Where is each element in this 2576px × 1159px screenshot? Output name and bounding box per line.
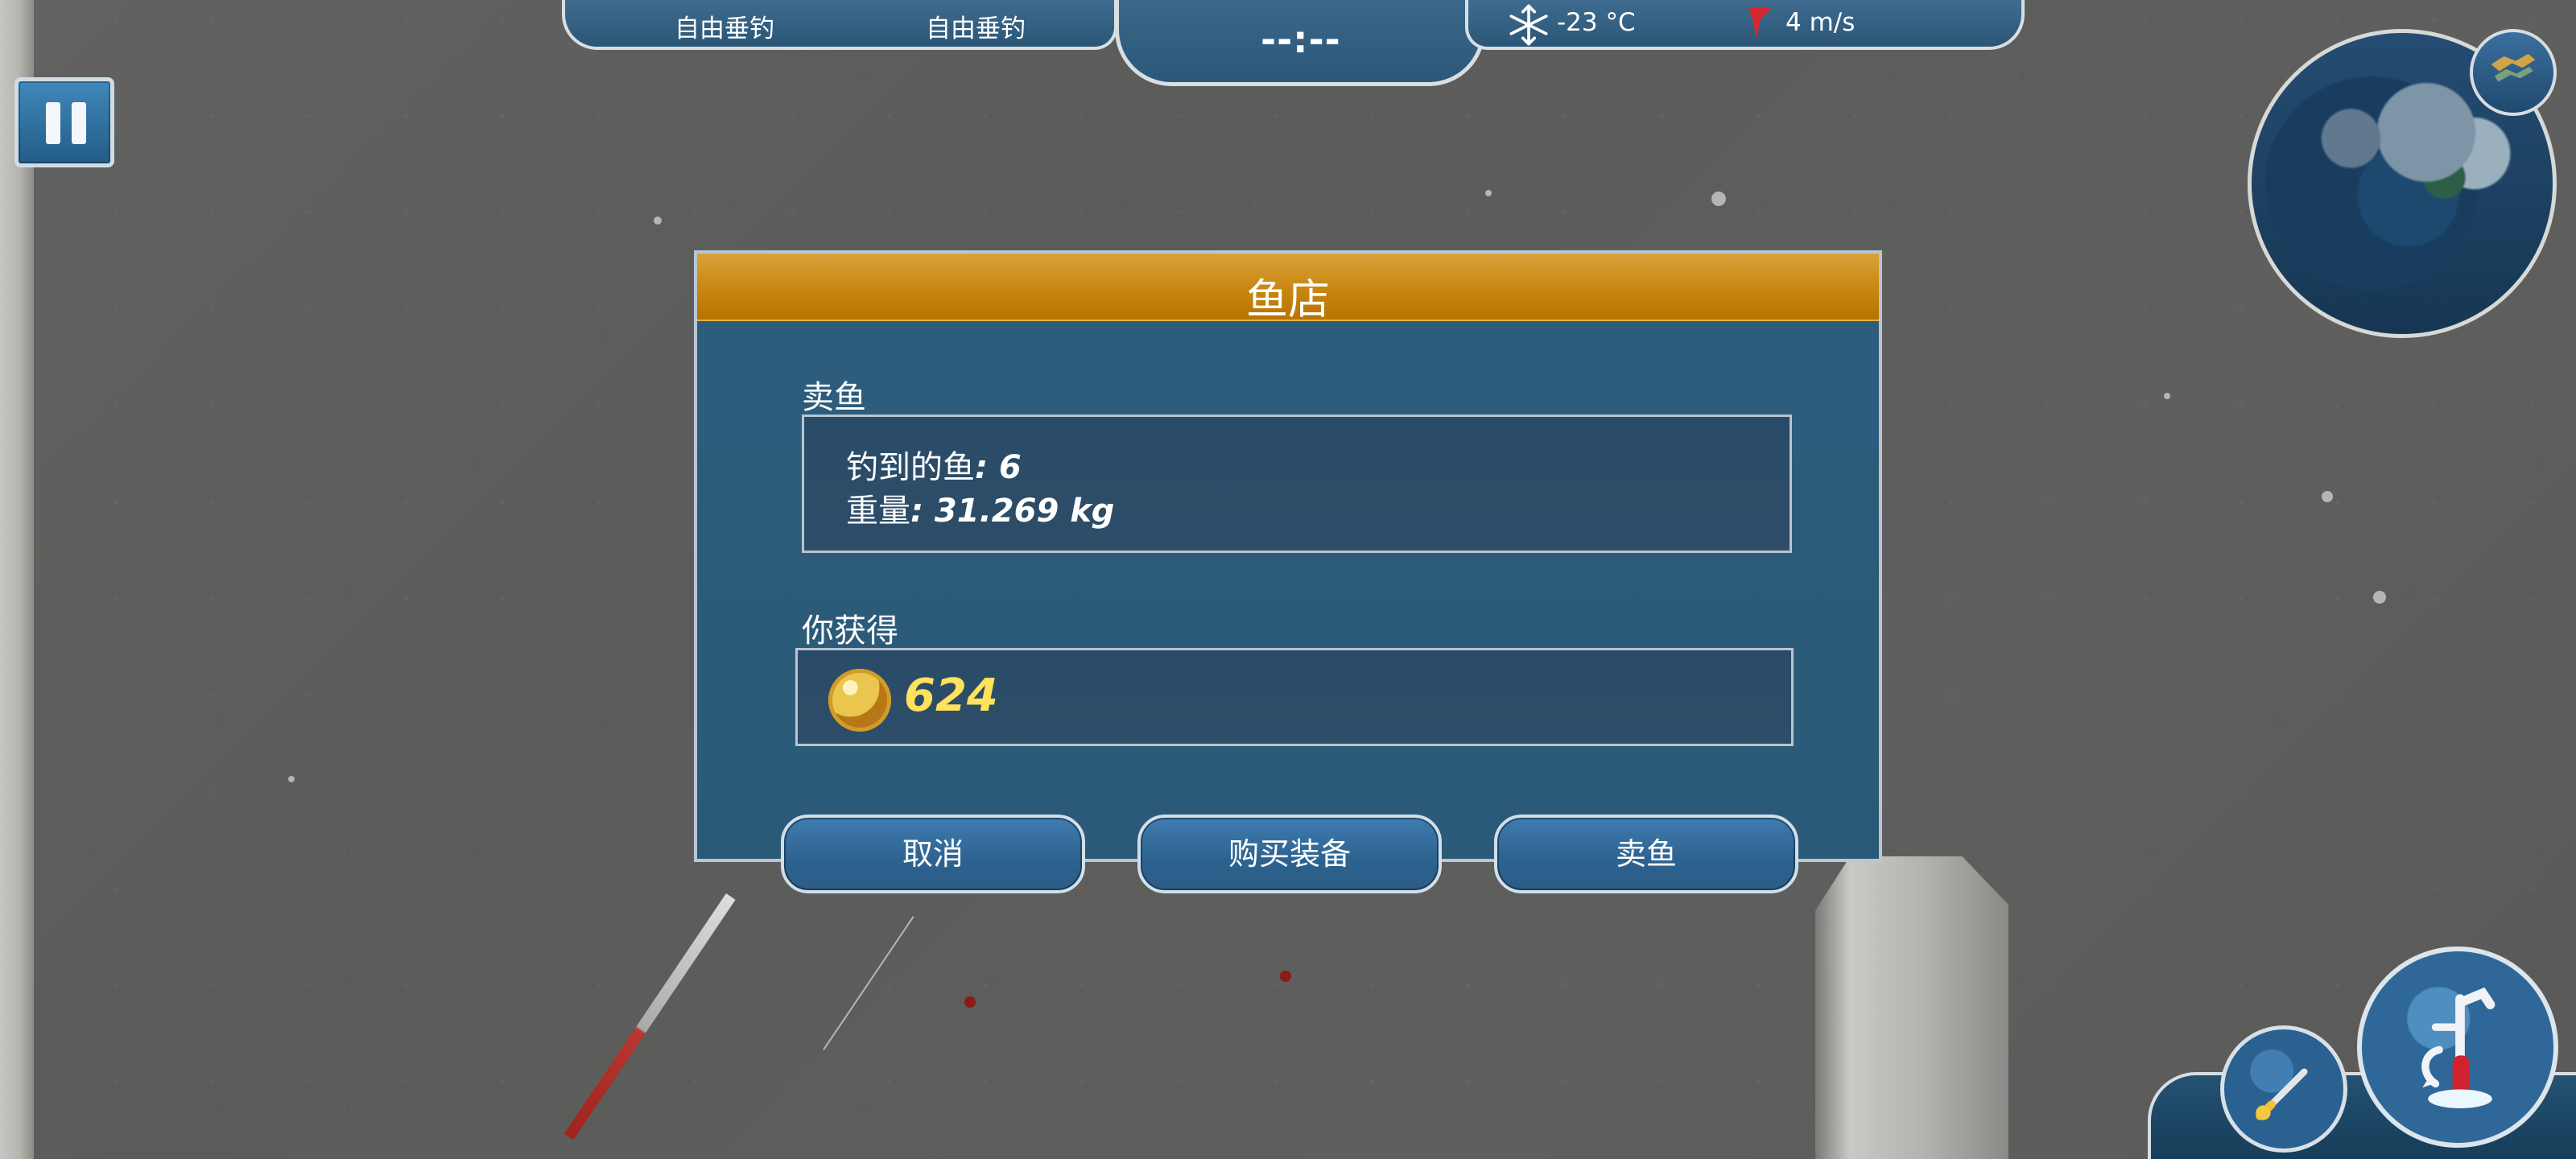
weight-value: : 31.269 kg bbox=[910, 493, 1115, 530]
snow-speck bbox=[1711, 192, 1726, 206]
pause-button[interactable] bbox=[14, 77, 114, 167]
buy-equipment-button[interactable]: 购买装备 bbox=[1137, 815, 1442, 893]
clock-display: --:-- bbox=[1261, 18, 1341, 61]
snow-speck bbox=[1485, 190, 1492, 196]
snow-speck bbox=[2322, 491, 2333, 502]
fish-caught-line: 钓到的鱼: 6 bbox=[846, 441, 1022, 488]
fish-summary-box: 钓到的鱼: 6 重量: 31.269 kg bbox=[802, 415, 1792, 553]
snow-speck bbox=[654, 217, 662, 225]
mode-label-left: 自由垂钓 bbox=[675, 14, 774, 43]
mode-label-right: 自由垂钓 bbox=[926, 14, 1026, 43]
bait-marker bbox=[964, 996, 976, 1008]
coin-icon bbox=[828, 669, 891, 732]
snow-speck bbox=[2164, 393, 2170, 399]
earn-section-label: 你获得 bbox=[802, 612, 898, 650]
pause-icon bbox=[72, 102, 86, 144]
ice-drill-icon bbox=[2421, 987, 2496, 1108]
snow-speck bbox=[2373, 591, 2386, 604]
coin-value: 624 bbox=[904, 670, 998, 722]
fishing-rod-button[interactable] bbox=[2220, 1025, 2347, 1153]
cancel-button[interactable]: 取消 bbox=[781, 815, 1085, 893]
weight-label: 重量 bbox=[846, 493, 910, 530]
hud-clock-panel: --:-- bbox=[1115, 0, 1485, 86]
earnings-box: 624 bbox=[795, 648, 1794, 746]
pause-icon bbox=[46, 102, 60, 144]
wind-speed-text: 4 m/s bbox=[1785, 8, 1856, 37]
fishing-shelter bbox=[1815, 856, 2008, 1159]
sell-fish-button[interactable]: 卖鱼 bbox=[1494, 815, 1798, 893]
snowflake-icon bbox=[1509, 4, 1548, 46]
hud-mode-panel: 自由垂钓 自由垂钓 bbox=[562, 0, 1117, 50]
fishing-rod-icon bbox=[2256, 1068, 2308, 1120]
temperature-text: -23 °C bbox=[1557, 8, 1636, 37]
left-shore-edge bbox=[0, 0, 34, 1159]
dialog-title: 鱼店 bbox=[1245, 276, 1330, 324]
wind-arrow-icon bbox=[1748, 8, 1771, 39]
snow-speck bbox=[288, 776, 295, 782]
map-toggle-button[interactable] bbox=[2470, 29, 2557, 116]
hud-weather-panel: -23 °C 4 m/s bbox=[1465, 0, 2025, 50]
dialog-header: 鱼店 bbox=[697, 254, 1879, 324]
bait-marker bbox=[1280, 971, 1291, 982]
fish-caught-label: 钓到的鱼 bbox=[846, 449, 975, 486]
ice-drill-button[interactable] bbox=[2357, 947, 2558, 1148]
minimap-widget[interactable] bbox=[2248, 29, 2563, 344]
fish-shop-dialog: 鱼店 卖鱼 钓到的鱼: 6 重量: 31.269 kg 你获得 624 bbox=[694, 250, 1882, 862]
map-icon bbox=[2491, 53, 2536, 82]
sell-section-label: 卖鱼 bbox=[802, 379, 866, 416]
fish-caught-value: : 6 bbox=[975, 449, 1022, 486]
weight-line: 重量: 31.269 kg bbox=[846, 485, 1114, 531]
